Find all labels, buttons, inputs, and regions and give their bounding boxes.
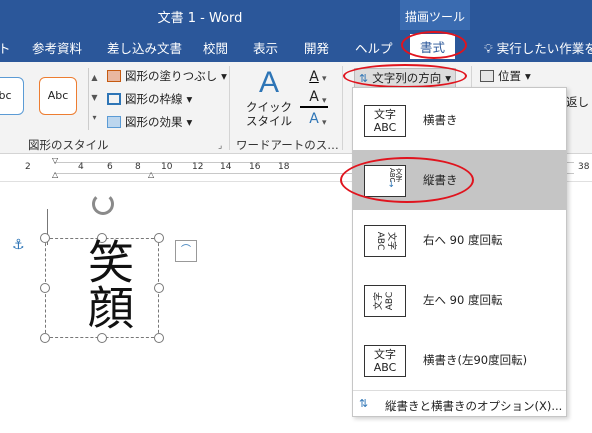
dropdown-arrow-icon: ▾ <box>525 69 531 83</box>
quick-styles-button[interactable]: A クイック スタイル <box>240 66 298 136</box>
shape-styles-group-label: 図形のスタイル <box>28 138 109 152</box>
horizontal-text-icon: 文字 ABC <box>364 105 406 137</box>
menu-item-label: 縦書き <box>423 173 458 187</box>
resize-handle[interactable] <box>40 233 50 243</box>
tab-developer[interactable]: 開発 <box>304 38 329 57</box>
layout-options-icon[interactable]: ⌒ <box>175 240 197 262</box>
menu-item-horizontal[interactable]: 文字 ABC 横書き <box>353 90 566 150</box>
wrap-text-label: 返し <box>566 95 589 109</box>
menu-item-label: 左へ 90 度回転 <box>423 293 503 307</box>
horizontal-rotate-glyph: 文字 ABC <box>373 348 397 374</box>
rotate-right-90-icon: 文字 ABC <box>364 225 406 257</box>
ruler-number: 10 <box>161 162 173 172</box>
ruler-indent-marker-icon[interactable]: △ <box>148 170 154 179</box>
shape-style-preset-2[interactable]: Abc <box>39 77 77 115</box>
rotation-handle-icon[interactable] <box>92 193 114 215</box>
quick-styles-label-1: クイック <box>246 100 292 114</box>
tab-review[interactable]: 校閲 <box>203 38 228 57</box>
ruler-number: 12 <box>192 162 204 172</box>
resize-handle[interactable] <box>154 233 164 243</box>
position-label: 位置 <box>498 69 521 83</box>
group-separator <box>229 66 230 150</box>
shape-fill-button[interactable]: 図形の塗りつぶし ▾ <box>107 68 227 84</box>
textbox-vertical-text[interactable]: 笑顔 <box>74 238 135 330</box>
ribbon-tab-bar: ト 参考資料 差し込み文書 校閲 表示 開発 ヘルプ 書式 💡︎ 実行したい作業… <box>0 30 592 62</box>
horizontal-text-icon-glyph: 文字 ABC <box>373 108 397 134</box>
tab-references[interactable]: 参考資料 <box>32 38 82 57</box>
resize-handle[interactable] <box>154 283 164 293</box>
title-bar: 文書 1 - Word 描画ツール <box>0 0 592 30</box>
contextual-tab-group-label: 描画ツール <box>400 0 470 30</box>
ruler-number: 8 <box>135 162 141 172</box>
tab-help[interactable]: ヘルプ <box>355 38 393 57</box>
tab-partial[interactable]: ト <box>0 38 11 57</box>
text-direction-label: 文字列の方向 <box>372 71 442 85</box>
rotate-left-glyph: 文字 ABC <box>374 291 395 311</box>
style-gallery-scroll[interactable]: ▲ ▼ ▾ <box>88 68 100 130</box>
dropdown-arrow-icon: ▾ <box>186 115 193 129</box>
lightbulb-icon: 💡︎ <box>484 41 493 56</box>
tab-format[interactable]: 書式 <box>410 34 456 59</box>
tab-mailings[interactable]: 差し込み文書 <box>107 38 182 57</box>
menu-options-label: 縦書きと横書きのオプション(X)... <box>385 399 563 413</box>
menu-item-label: 横書き(左90度回転) <box>423 353 528 367</box>
group-separator <box>342 66 343 150</box>
window-title: 文書 1 - Word <box>157 11 243 26</box>
quick-styles-label-2: スタイル <box>246 114 292 128</box>
menu-item-horizontal-rotate-left[interactable]: 文字 ABC 横書き(左90度回転) <box>353 330 566 390</box>
ruler-number: 14 <box>220 162 232 172</box>
pen-outline-icon <box>107 93 121 105</box>
text-direction-icon: ⇅ <box>359 71 369 85</box>
rotate-right-glyph: 文字 ABC <box>375 231 396 251</box>
rotate-left-90-icon: 文字 ABC <box>364 285 406 317</box>
menu-item-rotate-left[interactable]: 文字 ABC 左へ 90 度回転 <box>353 270 566 330</box>
ruler-number: 38 <box>578 162 590 172</box>
ruler-number: 6 <box>107 162 113 172</box>
dropdown-arrow-icon: ▾ <box>186 92 193 106</box>
resize-handle[interactable] <box>40 333 50 343</box>
ruler-indent-marker-icon[interactable]: △ <box>52 170 58 179</box>
menu-item-label: 横書き <box>423 113 458 127</box>
menu-item-vertical[interactable]: 文字ABC ↓ 縦書き <box>353 150 566 210</box>
wordart-a-icon: A <box>258 66 279 99</box>
menu-divider <box>353 390 566 391</box>
resize-handle[interactable] <box>97 333 107 343</box>
menu-item-rotate-right[interactable]: 文字 ABC 右へ 90 度回転 <box>353 210 566 270</box>
menu-item-label: 右へ 90 度回転 <box>423 233 503 247</box>
position-button[interactable]: 位置 ▾ <box>480 68 531 84</box>
wrap-text-button[interactable]: 返し <box>566 94 589 110</box>
ruler-number: 2 <box>25 162 31 172</box>
text-direction-menu: 文字 ABC 横書き 文字ABC ↓ 縦書き 文字 ABC 右へ 90 度回転 文字… <box>352 87 567 417</box>
shape-outline-label: 図形の枠線 <box>125 92 183 106</box>
vertical-text-icon: 文字ABC ↓ <box>364 165 406 197</box>
tell-me-search[interactable]: 💡︎ 実行したい作業を <box>484 38 592 57</box>
dropdown-arrow-icon: ▾ <box>445 71 451 85</box>
tell-me-label: 実行したい作業を <box>496 41 592 56</box>
horizontal-rotate-left-icon: 文字 ABC <box>364 345 406 377</box>
shape-fill-label: 図形の塗りつぶし <box>125 69 218 83</box>
ruler-indent-marker-icon[interactable]: ▽ <box>52 156 58 165</box>
menu-item-options[interactable]: ⇅ 縦書きと横書きのオプション(X)... <box>353 394 566 416</box>
anchor-icon: ⚓︎ <box>12 237 25 253</box>
ruler-number: 4 <box>78 162 84 172</box>
text-direction-options-icon: ⇅ <box>359 397 369 410</box>
shape-outline-button[interactable]: 図形の枠線 ▾ <box>107 91 192 107</box>
shape-style-preset-1[interactable]: bc <box>0 77 24 115</box>
position-icon <box>480 70 494 82</box>
paint-bucket-icon <box>107 70 121 82</box>
wordart-styles-group-label: ワードアートのス… <box>236 138 339 152</box>
resize-handle[interactable] <box>40 283 50 293</box>
ruler-number: 16 <box>249 162 261 172</box>
dialog-launcher-icon[interactable]: ⌟ <box>218 141 222 151</box>
shape-effects-icon <box>107 116 121 128</box>
tab-view[interactable]: 表示 <box>253 38 278 57</box>
shape-effects-button[interactable]: 図形の効果 ▾ <box>107 114 192 130</box>
down-arrow-icon: ↓ <box>387 180 395 190</box>
resize-handle[interactable] <box>154 333 164 343</box>
dropdown-arrow-icon: ▾ <box>221 69 227 83</box>
text-direction-button[interactable]: ⇅ 文字列の方向 ▾ <box>354 68 456 88</box>
shape-effects-label: 図形の効果 <box>125 115 183 129</box>
ruler-number: 18 <box>278 162 290 172</box>
wordart-dropdown-arrows: ▾ ▾ ▾ <box>322 74 327 128</box>
